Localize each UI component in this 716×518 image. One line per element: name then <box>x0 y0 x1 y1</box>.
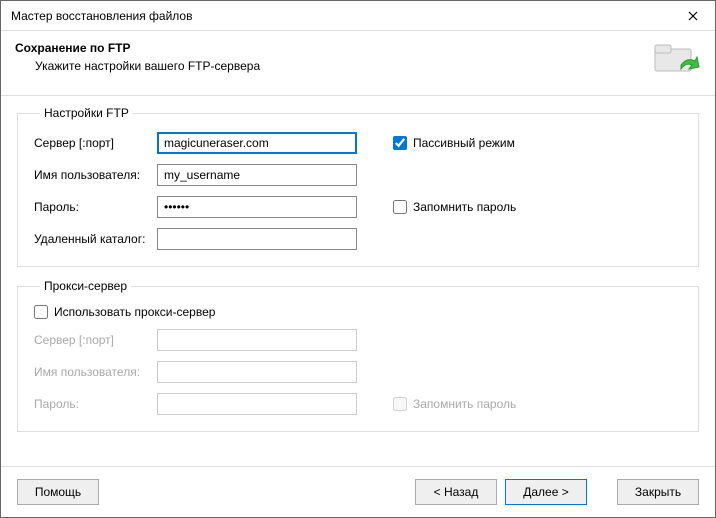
proxy-remember-box <box>393 397 407 411</box>
remember-password-checkbox[interactable]: Запомнить пароль <box>393 200 516 214</box>
ftp-dir-input[interactable] <box>157 228 357 250</box>
proxy-pass-label: Пароль: <box>34 397 149 411</box>
proxy-server-label: Сервер [:порт] <box>34 333 149 347</box>
passive-mode-checkbox[interactable]: Пассивный режим <box>393 136 515 150</box>
ftp-pass-input[interactable] <box>157 196 357 218</box>
wizard-header: Сохранение по FTP Укажите настройки ваше… <box>1 31 715 96</box>
use-proxy-label: Использовать прокси-сервер <box>54 305 215 319</box>
remember-password-box[interactable] <box>393 200 407 214</box>
proxy-legend: Прокси-сервер <box>40 279 131 293</box>
proxy-remember-checkbox: Запомнить пароль <box>393 397 516 411</box>
ftp-settings-group: Настройки FTP Сервер [:порт] Пассивный р… <box>17 106 699 267</box>
page-title: Сохранение по FTP <box>15 41 260 55</box>
passive-mode-box[interactable] <box>393 136 407 150</box>
ftp-legend: Настройки FTP <box>40 106 133 120</box>
proxy-remember-label: Запомнить пароль <box>413 397 516 411</box>
passive-mode-label: Пассивный режим <box>413 136 515 150</box>
use-proxy-checkbox[interactable]: Использовать прокси-сервер <box>34 305 215 319</box>
ftp-server-input[interactable] <box>157 132 357 154</box>
proxy-server-input <box>157 329 357 351</box>
page-subtitle: Укажите настройки вашего FTP-сервера <box>35 59 260 73</box>
ftp-user-label: Имя пользователя: <box>34 168 149 182</box>
ftp-user-input[interactable] <box>157 164 357 186</box>
footer: Помощь < Назад Далее > Закрыть <box>1 466 715 517</box>
content-area: Настройки FTP Сервер [:порт] Пассивный р… <box>1 96 715 466</box>
help-button[interactable]: Помощь <box>17 479 99 505</box>
ftp-server-label: Сервер [:порт] <box>34 136 149 150</box>
proxy-user-input <box>157 361 357 383</box>
proxy-pass-input <box>157 393 357 415</box>
titlebar: Мастер восстановления файлов <box>1 1 715 31</box>
remember-password-label: Запомнить пароль <box>413 200 516 214</box>
proxy-user-label: Имя пользователя: <box>34 365 149 379</box>
back-button[interactable]: < Назад <box>415 479 497 505</box>
close-icon[interactable] <box>670 1 715 31</box>
window-title: Мастер восстановления файлов <box>11 9 192 23</box>
close-button[interactable]: Закрыть <box>617 479 699 505</box>
ftp-dir-label: Удаленный каталог: <box>34 232 149 246</box>
next-button[interactable]: Далее > <box>505 479 587 505</box>
ftp-pass-label: Пароль: <box>34 200 149 214</box>
ftp-folder-icon <box>653 41 701 81</box>
use-proxy-box[interactable] <box>34 305 48 319</box>
proxy-settings-group: Прокси-сервер Использовать прокси-сервер… <box>17 279 699 432</box>
